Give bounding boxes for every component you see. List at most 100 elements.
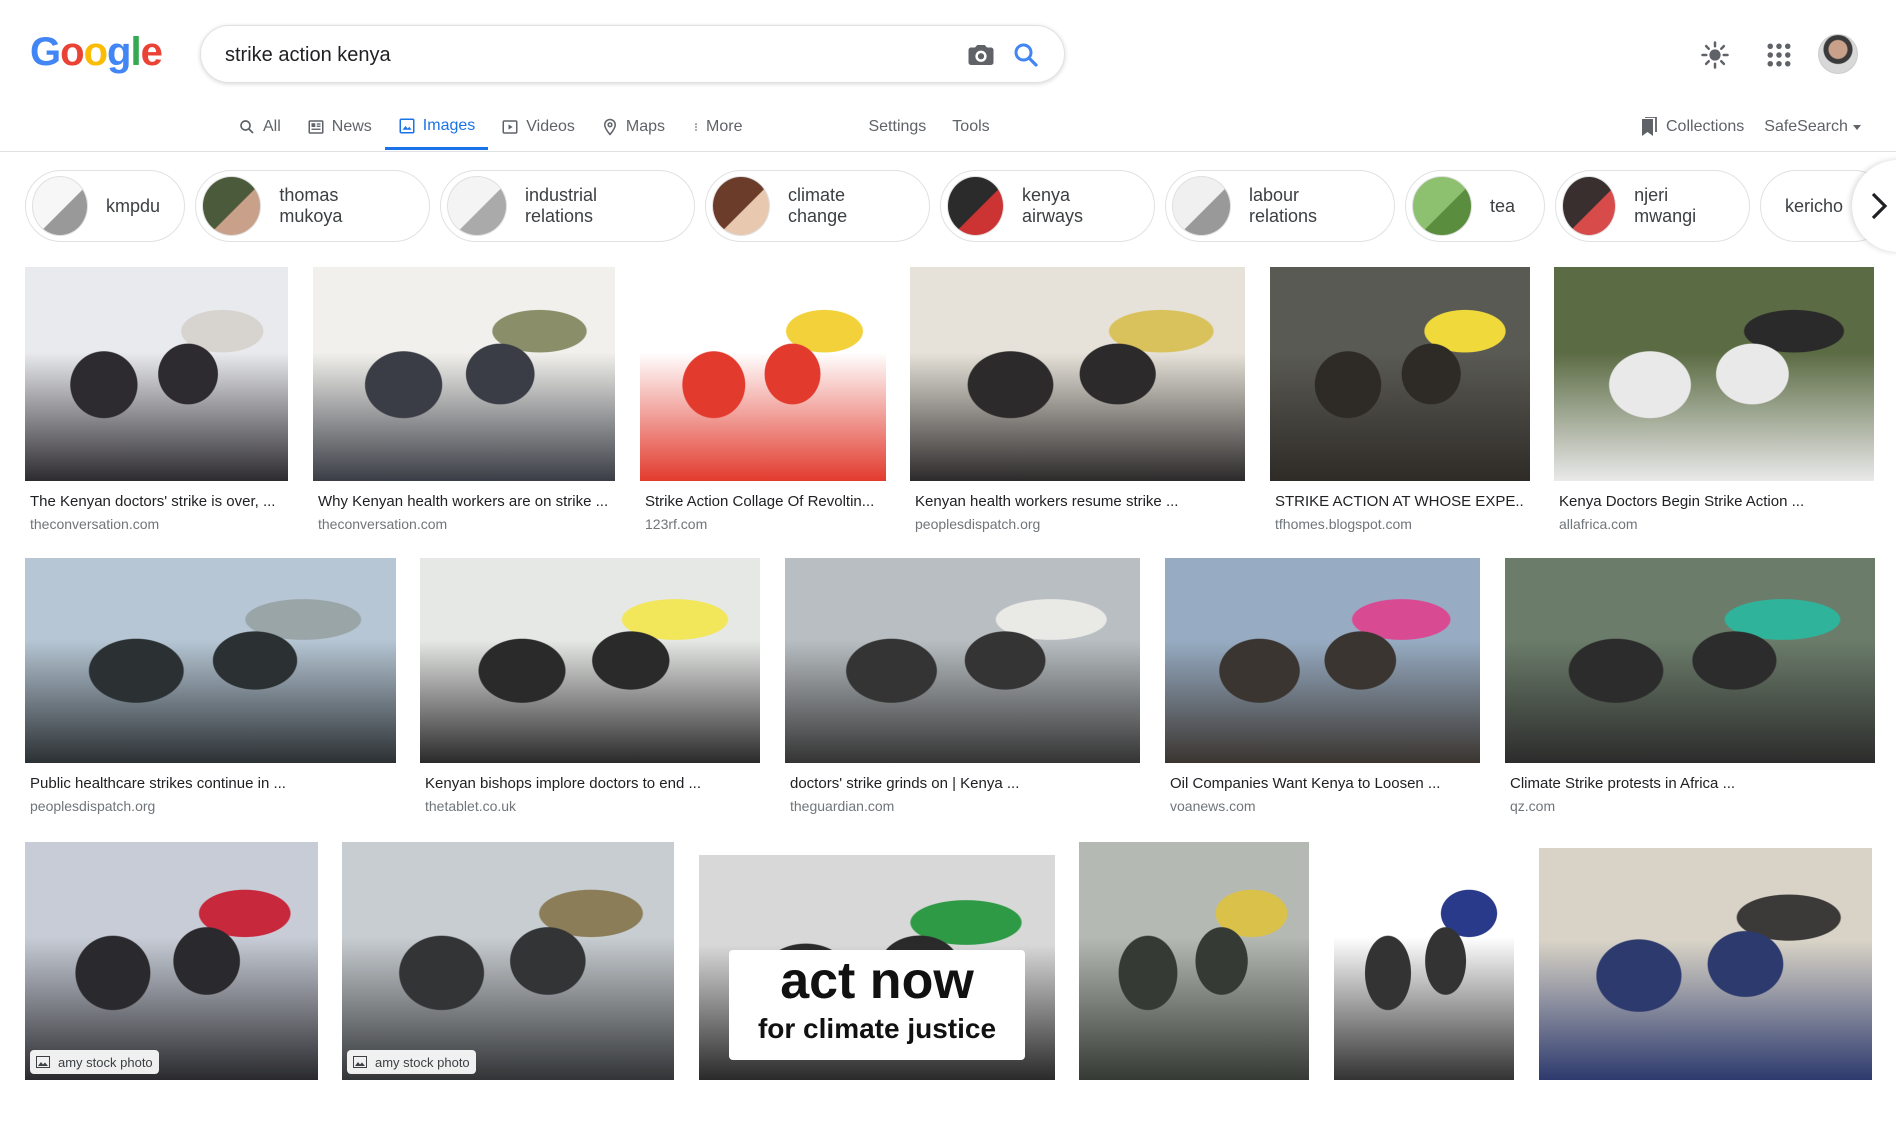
- image-result[interactable]: Why Kenyan health workers are on strike …: [313, 267, 615, 541]
- result-thumbnail[interactable]: [1165, 558, 1480, 763]
- result-title[interactable]: Oil Companies Want Kenya to Loosen ...: [1170, 775, 1475, 792]
- image-result[interactable]: amy stock photo: [25, 842, 318, 1140]
- result-thumbnail[interactable]: [420, 558, 760, 763]
- result-thumbnail[interactable]: amy stock photo: [342, 842, 674, 1080]
- tab-tools[interactable]: Tools: [939, 104, 1002, 150]
- image-result[interactable]: Climate Strike protests in Africa ... qz.…: [1505, 558, 1875, 823]
- chip-kmpdu[interactable]: kmpdu: [25, 170, 185, 242]
- image-result[interactable]: amy stock photo: [342, 842, 674, 1140]
- brightness-icon[interactable]: [1700, 40, 1730, 70]
- image-result[interactable]: doctors' strike grinds on | Kenya ... the…: [785, 558, 1140, 823]
- result-title[interactable]: Public healthcare strikes continue in ..…: [30, 775, 391, 792]
- result-source[interactable]: theguardian.com: [790, 798, 894, 814]
- chip-thumbnail: [712, 176, 771, 236]
- result-source[interactable]: thetablet.co.uk: [425, 798, 516, 814]
- bookmark-icon: [1642, 117, 1657, 136]
- search-icon: [240, 120, 254, 134]
- image-result[interactable]: Strike Action Collage Of Revoltin... 123r…: [640, 267, 886, 541]
- search-tabs: All News Images Videos Maps More Setting…: [225, 104, 1003, 152]
- news-icon: [308, 120, 324, 134]
- chip-thomas-mukoya[interactable]: thomas mukoya: [195, 170, 430, 242]
- tab-news[interactable]: News: [294, 104, 385, 150]
- result-source[interactable]: peoplesdispatch.org: [915, 516, 1040, 532]
- result-title[interactable]: Kenyan bishops implore doctors to end ..…: [425, 775, 755, 792]
- result-source[interactable]: voanews.com: [1170, 798, 1256, 814]
- result-thumbnail[interactable]: [785, 558, 1140, 763]
- search-icon[interactable]: [1011, 40, 1041, 70]
- image-result[interactable]: The Kenyan doctors' strike is over, ... t…: [25, 267, 288, 541]
- image-result[interactable]: Oil Companies Want Kenya to Loosen ... vo…: [1165, 558, 1480, 823]
- protest-banner: act now for climate justice: [729, 950, 1025, 1060]
- image-result[interactable]: act now for climate justice: [699, 855, 1055, 1140]
- search-input[interactable]: [225, 40, 925, 70]
- image-result[interactable]: Kenyan health workers resume strike ... p…: [910, 267, 1245, 541]
- result-source[interactable]: qz.com: [1510, 798, 1555, 814]
- result-title[interactable]: Kenya Doctors Begin Strike Action ...: [1559, 493, 1869, 510]
- image-result[interactable]: [1079, 842, 1309, 1140]
- result-source[interactable]: tfhomes.blogspot.com: [1275, 516, 1412, 532]
- chip-industrial-relations[interactable]: industrial relations: [440, 170, 695, 242]
- google-logo[interactable]: Google: [30, 30, 163, 75]
- chip-kenya-airways[interactable]: kenya airways: [940, 170, 1155, 242]
- image-icon: [36, 1056, 50, 1068]
- result-thumbnail[interactable]: [1079, 842, 1309, 1080]
- map-pin-icon: [603, 118, 616, 136]
- tab-more[interactable]: More: [678, 104, 755, 150]
- result-thumbnail[interactable]: [1554, 267, 1874, 481]
- apps-grid-icon[interactable]: [1764, 40, 1794, 70]
- chip-labour-relations[interactable]: labour relations: [1165, 170, 1395, 242]
- result-thumbnail[interactable]: amy stock photo: [25, 842, 318, 1080]
- result-thumbnail[interactable]: [25, 558, 396, 763]
- tab-maps[interactable]: Maps: [588, 104, 678, 150]
- video-icon: [502, 120, 518, 134]
- result-thumbnail[interactable]: [1505, 558, 1875, 763]
- chip-thumbnail: [32, 176, 88, 236]
- result-title[interactable]: doctors' strike grinds on | Kenya ...: [790, 775, 1135, 792]
- image-result[interactable]: Public healthcare strikes continue in ..…: [25, 558, 396, 823]
- image-result[interactable]: [1334, 842, 1514, 1140]
- chip-label: industrial relations: [524, 185, 598, 226]
- result-thumbnail[interactable]: [1539, 848, 1872, 1080]
- result-source[interactable]: theconversation.com: [30, 516, 159, 532]
- image-result[interactable]: STRIKE ACTION AT WHOSE EXPE... tfhomes.bl…: [1270, 267, 1530, 541]
- result-title[interactable]: The Kenyan doctors' strike is over, ...: [30, 493, 283, 510]
- result-title[interactable]: Why Kenyan health workers are on strike …: [318, 493, 610, 510]
- chip-tea[interactable]: tea: [1405, 170, 1545, 242]
- image-icon: [399, 118, 415, 133]
- result-source[interactable]: peoplesdispatch.org: [30, 798, 155, 814]
- chip-thumbnail: [1562, 176, 1617, 236]
- result-thumbnail[interactable]: [1270, 267, 1530, 481]
- result-title[interactable]: Strike Action Collage Of Revoltin...: [645, 493, 881, 510]
- right-tools: Collections SafeSearch: [1620, 104, 1862, 150]
- chip-label: kmpdu: [105, 195, 160, 216]
- account-avatar[interactable]: [1818, 34, 1858, 74]
- image-result[interactable]: [1539, 848, 1872, 1140]
- chip-njeri-mwangi[interactable]: njeri mwangi: [1555, 170, 1750, 242]
- tab-settings[interactable]: Settings: [855, 104, 939, 150]
- tab-all[interactable]: All: [225, 104, 294, 150]
- result-thumbnail[interactable]: [25, 267, 288, 481]
- result-source[interactable]: allafrica.com: [1559, 516, 1638, 532]
- collections-link[interactable]: Collections: [1640, 117, 1744, 137]
- safesearch-toggle[interactable]: SafeSearch: [1764, 118, 1862, 136]
- result-source[interactable]: theconversation.com: [318, 516, 447, 532]
- chip-climate-change[interactable]: climate change: [705, 170, 930, 242]
- image-result[interactable]: Kenyan bishops implore doctors to end ..…: [420, 558, 760, 823]
- chip-label: labour relations: [1249, 185, 1318, 226]
- image-result[interactable]: Kenya Doctors Begin Strike Action ... all…: [1554, 267, 1874, 541]
- search-box: [200, 25, 1065, 83]
- result-thumbnail[interactable]: act now for climate justice: [699, 855, 1055, 1080]
- tab-videos[interactable]: Videos: [488, 104, 588, 150]
- result-thumbnail[interactable]: [313, 267, 615, 481]
- tab-images[interactable]: Images: [384, 104, 489, 150]
- result-thumbnail[interactable]: [910, 267, 1245, 481]
- banner-sub-text: for climate justice: [757, 1013, 997, 1044]
- chip-label: kenya airways: [1021, 185, 1083, 226]
- result-title[interactable]: Climate Strike protests in Africa ...: [1510, 775, 1870, 792]
- camera-icon[interactable]: [966, 40, 996, 70]
- result-source[interactable]: 123rf.com: [645, 516, 707, 532]
- result-title[interactable]: Kenyan health workers resume strike ...: [915, 493, 1240, 510]
- result-thumbnail[interactable]: [1334, 842, 1514, 1080]
- result-thumbnail[interactable]: [640, 267, 886, 481]
- result-title[interactable]: STRIKE ACTION AT WHOSE EXPE...: [1275, 493, 1525, 510]
